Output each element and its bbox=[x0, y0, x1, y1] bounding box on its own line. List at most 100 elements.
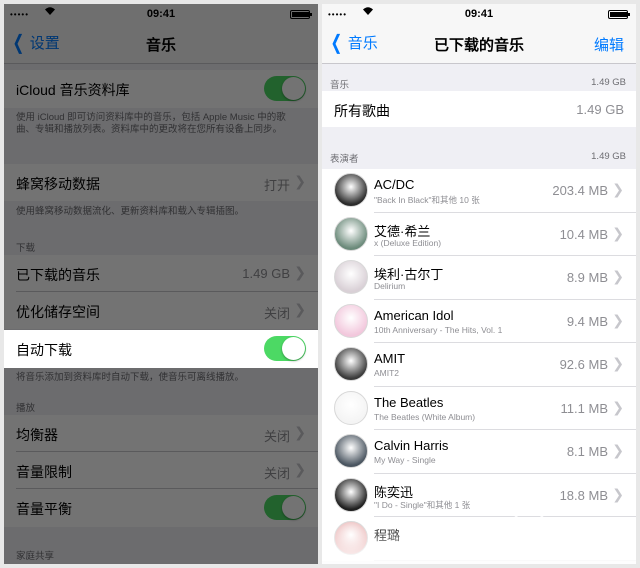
battery-icon bbox=[608, 10, 630, 19]
auto-download-row: 自动下载 bbox=[4, 330, 318, 368]
equalizer-label: 均衡器 bbox=[16, 427, 58, 443]
auto-download-description: 将音乐添加到资料库时自动下载，使音乐可离线播放。 bbox=[16, 372, 245, 383]
artist-album-subtitle: My Way - Single bbox=[374, 455, 436, 465]
icloud-library-toggle[interactable] bbox=[264, 76, 306, 101]
artist-avatar bbox=[334, 260, 368, 294]
artist-row[interactable]: The Beatles The Beatles (White Album) 11.1… bbox=[322, 386, 636, 430]
auto-download-toggle[interactable] bbox=[264, 336, 306, 361]
toggle-knob bbox=[282, 77, 305, 100]
disclosure-chevron-icon: ❯ bbox=[294, 301, 306, 317]
disclosure-chevron-icon: ❯ bbox=[612, 311, 624, 328]
sound-check-label: 音量平衡 bbox=[16, 501, 72, 517]
artist-size: 18.8 MB bbox=[559, 487, 608, 503]
watermark-logo-icon: π bbox=[510, 510, 548, 548]
downloads-section-header: 下载 bbox=[16, 243, 36, 254]
equalizer-row[interactable]: 均衡器 关闭 ❯ bbox=[4, 415, 318, 452]
artist-avatar bbox=[334, 216, 368, 251]
artists-section-header: 表演者 1.49 GB bbox=[322, 138, 636, 171]
toggle-knob bbox=[282, 337, 305, 360]
artist-size: 8.1 MB bbox=[566, 444, 608, 459]
artist-album-subtitle: 10th Anniversary - The Hits, Vol. 1 bbox=[374, 324, 503, 335]
cellular-data-description: 使用蜂窝移动数据流化、更新资料库和载入专辑插图。 bbox=[16, 206, 245, 217]
home-sharing-section-header: 家庭共享 bbox=[16, 551, 55, 562]
volume-limit-row[interactable]: 音量限制 关闭 ❯ bbox=[4, 452, 318, 489]
battery-icon bbox=[290, 10, 312, 19]
disclosure-chevron-icon: ❯ bbox=[612, 268, 624, 284]
artist-size: 8.9 MB bbox=[566, 270, 608, 285]
cellular-data-label: 蜂窝移动数据 bbox=[16, 176, 100, 192]
back-label: 设置 bbox=[29, 35, 60, 52]
watermark-text: 少数派 bbox=[554, 520, 614, 543]
volume-limit-value: 关闭 bbox=[263, 466, 290, 481]
settings-music-screen: ••••• 09:41 ❮ 设置 音乐 iCloud 音乐资料库 使用 iClo… bbox=[4, 4, 318, 564]
artist-album-subtitle: Delirium bbox=[374, 281, 406, 291]
status-time: 09:41 bbox=[146, 8, 176, 20]
edit-button[interactable]: 编辑 bbox=[594, 34, 624, 55]
artist-album-subtitle: "Back In Black"和其他 10 张 bbox=[374, 195, 480, 205]
page-title: 已下载的音乐 bbox=[433, 37, 524, 54]
all-songs-label: 所有歌曲 bbox=[334, 103, 390, 119]
disclosure-chevron-icon: ❯ bbox=[294, 424, 306, 440]
auto-download-label: 自动下载 bbox=[16, 342, 72, 358]
disclosure-chevron-icon: ❯ bbox=[612, 485, 624, 502]
icloud-library-row: iCloud 音乐资料库 bbox=[4, 70, 318, 108]
artist-size: 203.4 MB bbox=[552, 183, 608, 198]
optimize-storage-row[interactable]: 优化储存空间 关闭 ❯ bbox=[4, 292, 318, 329]
playback-section-header: 播放 bbox=[16, 403, 36, 414]
cellular-data-value: 打开 bbox=[263, 178, 290, 193]
artist-size: 9.4 MB bbox=[566, 313, 608, 329]
back-button[interactable]: ❮ 设置 bbox=[10, 32, 60, 53]
navigation-bar: ❮ 设置 音乐 bbox=[4, 24, 318, 64]
sound-check-row: 音量平衡 bbox=[4, 489, 318, 527]
navigation-bar: ❮ 音乐 已下载的音乐 编辑 bbox=[322, 24, 636, 64]
artist-row[interactable]: 艾德·希兰 x (Deluxe Edition) 10.4 MB ❯ bbox=[322, 212, 636, 256]
artists-section-label: 表演者 bbox=[330, 154, 359, 165]
status-time: 09:41 bbox=[464, 8, 494, 20]
disclosure-chevron-icon: ❯ bbox=[612, 181, 624, 197]
icloud-library-description: 使用 iCloud 即可访问资料库中的音乐，包括 Apple Music 中的歌… bbox=[16, 112, 286, 135]
disclosure-chevron-icon: ❯ bbox=[612, 355, 624, 371]
artist-row[interactable]: AMIT AMIT2 92.6 MB ❯ bbox=[322, 343, 636, 387]
artist-avatar bbox=[334, 347, 368, 381]
icloud-library-label: iCloud 音乐资料库 bbox=[16, 82, 130, 98]
artist-row[interactable]: 埃利·古尔丁 Delirium 8.9 MB ❯ bbox=[322, 256, 636, 300]
disclosure-chevron-icon: ❯ bbox=[294, 173, 306, 189]
artist-row[interactable]: American Idol 10th Anniversary - The Hits… bbox=[322, 299, 636, 343]
music-section-size: 1.49 GB bbox=[591, 77, 626, 88]
artist-album-subtitle: x (Deluxe Edition) bbox=[374, 237, 442, 248]
downloaded-music-screen: ••••• 09:41 ❮ 音乐 已下载的音乐 编辑 音乐 1.49 GB 所有… bbox=[322, 4, 636, 564]
artist-name: Calvin Harris bbox=[374, 438, 449, 453]
artist-row[interactable]: AC/DC "Back In Black"和其他 10 张 203.4 MB ❯ bbox=[322, 169, 636, 213]
optimize-storage-label: 优化储存空间 bbox=[16, 304, 100, 320]
artist-name: American Idol bbox=[374, 307, 454, 323]
cellular-data-row[interactable]: 蜂窝移动数据 打开 ❯ bbox=[4, 164, 318, 201]
back-button[interactable]: ❮ 音乐 bbox=[328, 32, 378, 53]
artist-row[interactable]: Calvin Harris My Way - Single 8.1 MB ❯ bbox=[322, 430, 636, 474]
artist-name: The Beatles bbox=[374, 394, 444, 410]
artist-album-subtitle: The Beatles (White Album) bbox=[374, 411, 476, 422]
back-label: 音乐 bbox=[347, 35, 378, 52]
status-bar: ••••• 09:41 bbox=[4, 4, 318, 24]
volume-limit-label: 音量限制 bbox=[16, 464, 72, 480]
downloaded-music-value: 1.49 GB bbox=[242, 266, 290, 281]
sound-check-toggle[interactable] bbox=[264, 495, 306, 520]
artist-avatar bbox=[334, 390, 368, 425]
back-chevron-icon: ❮ bbox=[330, 31, 343, 54]
downloaded-music-label: 已下载的音乐 bbox=[16, 267, 100, 283]
optimize-storage-value: 关闭 bbox=[263, 306, 290, 321]
music-section-label: 音乐 bbox=[330, 80, 350, 91]
downloaded-music-row[interactable]: 已下载的音乐 1.49 GB ❯ bbox=[4, 255, 318, 292]
page-title: 音乐 bbox=[145, 37, 176, 54]
artist-size: 92.6 MB bbox=[559, 357, 608, 372]
all-songs-row[interactable]: 所有歌曲 1.49 GB bbox=[322, 91, 636, 127]
artist-size: 11.1 MB bbox=[560, 400, 608, 416]
artist-avatar bbox=[334, 303, 368, 338]
artist-name: AMIT bbox=[374, 351, 406, 366]
artist-size: 10.4 MB bbox=[559, 226, 608, 242]
status-bar: ••••• 09:41 bbox=[322, 4, 636, 24]
artist-album-subtitle: AMIT2 bbox=[374, 368, 400, 378]
disclosure-chevron-icon: ❯ bbox=[612, 224, 624, 241]
artist-avatar bbox=[334, 173, 368, 207]
artist-avatar bbox=[334, 434, 368, 468]
disclosure-chevron-icon: ❯ bbox=[612, 398, 624, 415]
